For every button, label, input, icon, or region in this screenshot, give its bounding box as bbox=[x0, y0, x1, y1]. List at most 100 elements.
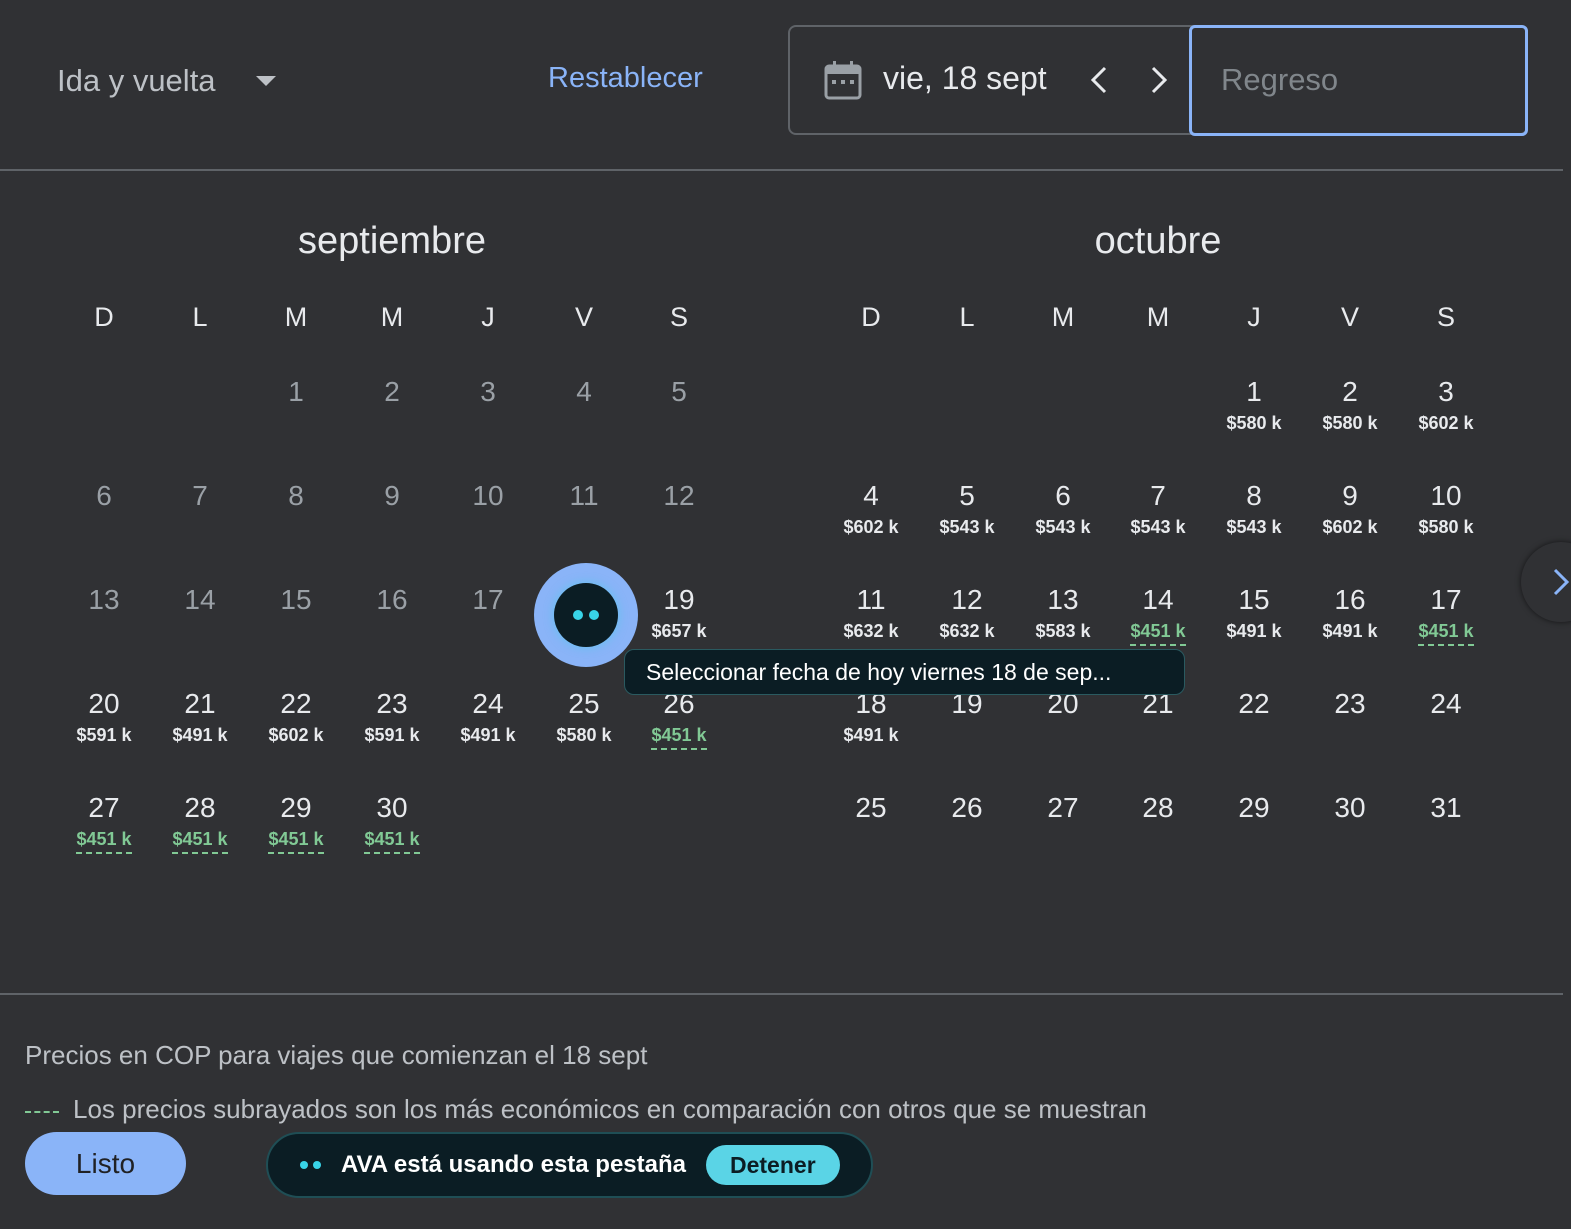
trip-type-dropdown[interactable]: Ida y vuelta bbox=[57, 58, 276, 104]
day-price: $580 k bbox=[556, 725, 612, 745]
day-number: 7 bbox=[1150, 480, 1166, 511]
next-month-button[interactable] bbox=[1521, 542, 1571, 622]
day-price: $451 k bbox=[651, 724, 707, 750]
day-number: 2 bbox=[384, 376, 400, 407]
chevron-left-icon[interactable] bbox=[1085, 62, 1115, 98]
caret-down-icon bbox=[255, 76, 276, 86]
day-number: 29 bbox=[1238, 792, 1270, 823]
day-cell[interactable]: 27 $451 k bbox=[56, 792, 152, 854]
day-cell[interactable]: 6 $543 k bbox=[1015, 480, 1111, 538]
day-price: $451 k bbox=[1130, 620, 1186, 646]
day-price: $580 k bbox=[1226, 413, 1282, 433]
done-button[interactable]: Listo bbox=[25, 1132, 186, 1195]
stop-button[interactable]: Detener bbox=[706, 1145, 840, 1185]
day-number: 5 bbox=[671, 376, 687, 407]
chevron-right-icon[interactable] bbox=[1143, 62, 1173, 98]
day-cell[interactable]: 22 bbox=[1206, 688, 1302, 720]
day-cell[interactable]: 4 $602 k bbox=[823, 480, 919, 538]
day-cell[interactable]: 2 $580 k bbox=[1302, 376, 1398, 434]
weekday-header: M bbox=[380, 302, 404, 332]
day-number: 1 bbox=[288, 376, 304, 407]
day-cell[interactable]: 5 $543 k bbox=[919, 480, 1015, 538]
day-cell[interactable]: 1 $580 k bbox=[1206, 376, 1302, 434]
day-number: 14 bbox=[184, 584, 216, 615]
reset-button[interactable]: Restablecer bbox=[548, 62, 703, 95]
selected-date-circle[interactable] bbox=[534, 563, 638, 667]
day-number: 28 bbox=[1142, 792, 1174, 823]
day-price: $543 k bbox=[1226, 517, 1282, 537]
day-number: 27 bbox=[1047, 792, 1079, 823]
day-number: 13 bbox=[1047, 584, 1079, 615]
day-cell[interactable]: 29 bbox=[1206, 792, 1302, 824]
day-cell[interactable]: 13 $583 k bbox=[1015, 584, 1111, 642]
weekday-header: D bbox=[94, 302, 114, 332]
day-price: $632 k bbox=[939, 621, 995, 641]
weekday-header: V bbox=[1340, 302, 1359, 332]
weekday-header: S bbox=[1436, 302, 1455, 332]
day-number: 27 bbox=[88, 792, 120, 823]
day-price: $451 k bbox=[172, 828, 228, 854]
day-cell[interactable]: 28 $451 k bbox=[152, 792, 248, 854]
day-number: 30 bbox=[1334, 792, 1366, 823]
day-number: 2 bbox=[1342, 376, 1358, 407]
day-cell[interactable]: 30 bbox=[1302, 792, 1398, 824]
day-cell[interactable]: 21 $491 k bbox=[152, 688, 248, 746]
day-number: 14 bbox=[1142, 584, 1174, 615]
day-cell[interactable]: 24 bbox=[1398, 688, 1494, 720]
weekday-header: V bbox=[574, 302, 593, 332]
day-cell[interactable]: 26 bbox=[919, 792, 1015, 824]
day-number: 31 bbox=[1430, 792, 1462, 823]
day-cell[interactable]: 16 $491 k bbox=[1302, 584, 1398, 642]
header-divider bbox=[0, 169, 1563, 171]
day-cell[interactable]: 30 $451 k bbox=[344, 792, 440, 854]
day-cell[interactable]: 28 bbox=[1110, 792, 1206, 824]
day-cell[interactable]: 10 $580 k bbox=[1398, 480, 1494, 538]
day-cell[interactable]: 17 $451 k bbox=[1398, 584, 1494, 646]
weekday-header: M bbox=[284, 302, 308, 332]
day-price: $491 k bbox=[843, 725, 899, 745]
footer-divider bbox=[0, 993, 1563, 995]
currency-note: Precios en COP para viajes que comienzan… bbox=[25, 1040, 648, 1070]
day-cell[interactable]: 18 $491 k bbox=[823, 688, 919, 746]
day-number: 26 bbox=[951, 792, 983, 823]
day-number: 12 bbox=[951, 584, 983, 615]
departure-date-field[interactable]: vie, 18 sept bbox=[883, 60, 1047, 97]
day-number: 8 bbox=[1246, 480, 1262, 511]
day-cell[interactable]: 23 $591 k bbox=[344, 688, 440, 746]
day-cell[interactable]: 19 $657 k bbox=[631, 584, 727, 642]
day-cell[interactable]: 14 $451 k bbox=[1110, 584, 1206, 646]
day-cell: 4 bbox=[536, 376, 632, 408]
calendar-icon[interactable] bbox=[824, 60, 862, 100]
day-cell[interactable]: 20 $591 k bbox=[56, 688, 152, 746]
day-cell[interactable]: 31 bbox=[1398, 792, 1494, 824]
day-cell[interactable]: 29 $451 k bbox=[248, 792, 344, 854]
day-cell[interactable]: 25 $580 k bbox=[536, 688, 632, 746]
day-cell: 8 bbox=[248, 480, 344, 512]
day-cell: 16 bbox=[344, 584, 440, 616]
day-price: $583 k bbox=[1035, 621, 1091, 641]
day-cell[interactable]: 8 $543 k bbox=[1206, 480, 1302, 538]
day-cell[interactable]: 11 $632 k bbox=[823, 584, 919, 642]
day-cell[interactable]: 26 $451 k bbox=[631, 688, 727, 750]
day-price: $543 k bbox=[1035, 517, 1091, 537]
day-cell: 17 bbox=[440, 584, 536, 616]
day-cell[interactable]: 24 $491 k bbox=[440, 688, 536, 746]
weekday-header: L bbox=[192, 302, 208, 332]
day-cell[interactable]: 9 $602 k bbox=[1302, 480, 1398, 538]
day-number: 22 bbox=[1238, 688, 1270, 719]
day-cell[interactable]: 12 $632 k bbox=[919, 584, 1015, 642]
day-cell[interactable]: 27 bbox=[1015, 792, 1111, 824]
day-number: 15 bbox=[280, 584, 312, 615]
ava-status-text: AVA está usando esta pestaña bbox=[341, 1151, 686, 1178]
day-cell[interactable]: 15 $491 k bbox=[1206, 584, 1302, 642]
day-number: 1 bbox=[1246, 376, 1262, 407]
day-cell[interactable]: 22 $602 k bbox=[248, 688, 344, 746]
day-cell[interactable]: 25 bbox=[823, 792, 919, 824]
day-number: 21 bbox=[184, 688, 216, 719]
day-cell[interactable]: 7 $543 k bbox=[1110, 480, 1206, 538]
day-number: 4 bbox=[863, 480, 879, 511]
day-cell[interactable]: 23 bbox=[1302, 688, 1398, 720]
day-cell[interactable]: 3 $602 k bbox=[1398, 376, 1494, 434]
day-price: $657 k bbox=[651, 621, 707, 641]
day-price: $632 k bbox=[843, 621, 899, 641]
